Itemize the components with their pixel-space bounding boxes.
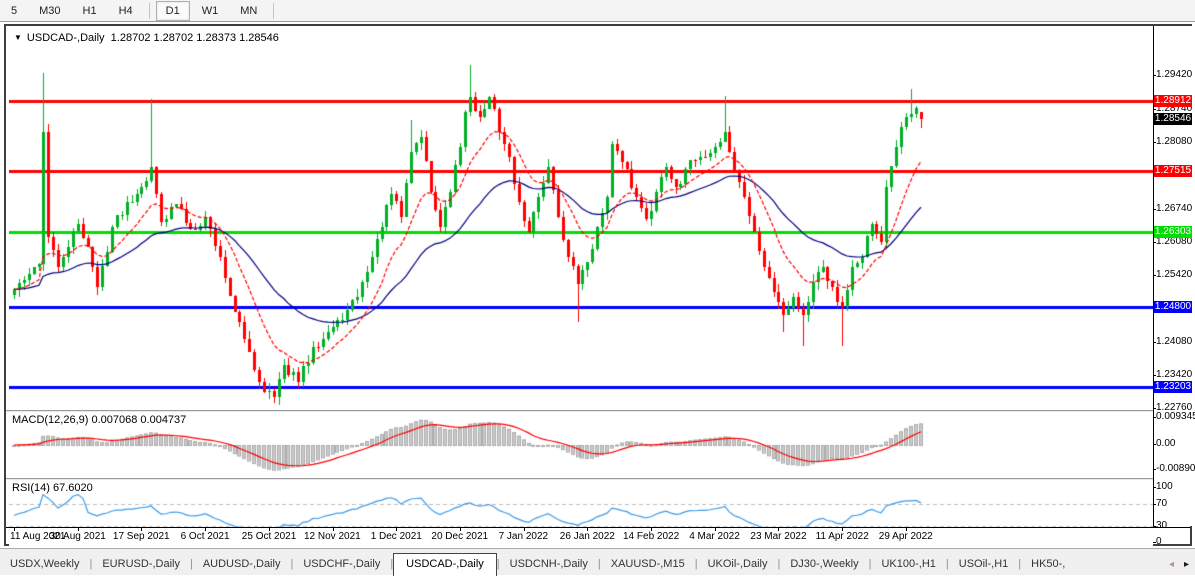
price-axis-tick: 1.29420 [1152, 68, 1193, 80]
current-price-badge: 1.28546 [1154, 113, 1192, 126]
tab-uk100-h1[interactable]: UK100-,H1 [871, 554, 945, 575]
date-label: 1 Dec 2021 [370, 531, 422, 542]
rsi-axis-tick: 0 [1153, 536, 1162, 547]
timeframe-button-w1[interactable]: W1 [192, 1, 229, 21]
rsi-axis-tick: 30 [1152, 519, 1168, 531]
tab-usdcad-daily[interactable]: USDCAD-,Daily [393, 553, 497, 576]
tab-usdx-weekly[interactable]: USDX,Weekly [0, 554, 89, 575]
chart-ohlc-values: 1.28702 1.28702 1.28373 1.28546 [110, 32, 279, 44]
timeframe-toolbar: 5 M30 H1 H4 D1 W1 MN [0, 0, 1195, 22]
price-line-badge: 1.23203 [1154, 381, 1192, 393]
macd-label: MACD(12,26,9) 0.007068 0.004737 [12, 414, 187, 426]
date-label: 20 Dec 2021 [431, 531, 489, 542]
tab-ukoil-daily[interactable]: UKOil-,Daily [698, 554, 778, 575]
macd-axis-tick: -0.008902 [1152, 463, 1195, 474]
tab-hk50-[interactable]: HK50-, [1021, 554, 1075, 575]
price-axis-tick: 1.25420 [1152, 268, 1193, 280]
tab-xauusd-m15[interactable]: XAUUSD-,M15 [601, 554, 695, 575]
tab-scroll-nav: ◂ ▸ [1169, 559, 1195, 575]
timeframe-button-d1[interactable]: D1 [155, 0, 190, 21]
timeframe-button-h1[interactable]: H1 [73, 1, 107, 21]
date-label: 17 Sep 2021 [112, 531, 170, 542]
date-axis[interactable]: 11 Aug 2021 30 Aug 2021 17 Sep 2021 6 Oct 2… [6, 527, 1190, 544]
macd-axis-tick: 0.009345 [1153, 411, 1195, 422]
price-axis-tick: 1.26740 [1152, 202, 1193, 214]
main-price-chart[interactable] [9, 48, 1153, 410]
date-label: 29 Apr 2022 [878, 531, 933, 542]
rsi-axis-tick: 100 [1153, 481, 1173, 492]
tab-dj30-weekly[interactable]: DJ30-,Weekly [780, 554, 868, 575]
rsi-axis-tick: 70 [1152, 497, 1168, 509]
chart-dropdown-icon[interactable]: ▼ [14, 33, 22, 42]
tab-audusd-daily[interactable]: AUDUSD-,Daily [193, 554, 291, 575]
date-label: 14 Feb 2022 [623, 531, 680, 542]
chart-title: ▼ USDCAD-,Daily 1.28702 1.28702 1.28373 1… [14, 32, 279, 44]
timeframe-button-m30[interactable]: M30 [29, 1, 70, 21]
timeframe-button-5[interactable]: 5 [1, 1, 27, 21]
toolbar-separator [148, 2, 150, 19]
tab-scroll-right-icon[interactable]: ▸ [1184, 559, 1189, 570]
date-label: 12 Nov 2021 [304, 531, 361, 542]
date-label: 7 Jan 2022 [498, 531, 549, 542]
tab-usoil-h1[interactable]: USOil-,H1 [949, 554, 1019, 575]
chart-symbol-label: USDCAD-,Daily [26, 32, 105, 44]
price-axis-tick: 1.23420 [1152, 369, 1193, 381]
toolbar-separator [273, 2, 275, 19]
timeframe-button-h4[interactable]: H4 [109, 1, 143, 21]
date-label: 11 Apr 2022 [815, 531, 869, 542]
date-label: 30 Aug 2021 [49, 531, 106, 542]
tab-usdcnh-daily[interactable]: USDCNH-,Daily [500, 554, 598, 575]
price-line-badge: 1.27515 [1154, 164, 1192, 177]
tab-usdchf-daily[interactable]: USDCHF-,Daily [293, 554, 390, 575]
tab-scroll-left-icon[interactable]: ◂ [1169, 559, 1174, 570]
chart-tabbar: USDX,Weekly | EURUSD-,Daily | AUDUSD-,Daily |… [0, 548, 1195, 576]
tab-eurusd-daily[interactable]: EURUSD-,Daily [92, 554, 190, 575]
price-line-badge: 1.24800 [1154, 301, 1192, 313]
date-label: 26 Jan 2022 [559, 531, 615, 542]
date-label: 25 Oct 2021 [241, 531, 297, 542]
date-label: 4 Mar 2022 [689, 531, 740, 542]
price-axis-tick: 1.28080 [1152, 135, 1193, 147]
date-label: 23 Mar 2022 [750, 531, 807, 542]
price-axis-tick: 1.24080 [1152, 336, 1193, 348]
price-line-badge: 1.26303 [1154, 225, 1192, 238]
chart-window: ▼ USDCAD-,Daily 1.28702 1.28702 1.28373 1… [4, 24, 1195, 548]
rsi-label: RSI(14) 67.6020 [12, 482, 93, 494]
date-label: 6 Oct 2021 [180, 531, 230, 542]
macd-axis-tick: 0.00 [1152, 438, 1176, 449]
timeframe-button-mn[interactable]: MN [230, 1, 267, 21]
price-line-badge: 1.28912 [1154, 95, 1192, 107]
